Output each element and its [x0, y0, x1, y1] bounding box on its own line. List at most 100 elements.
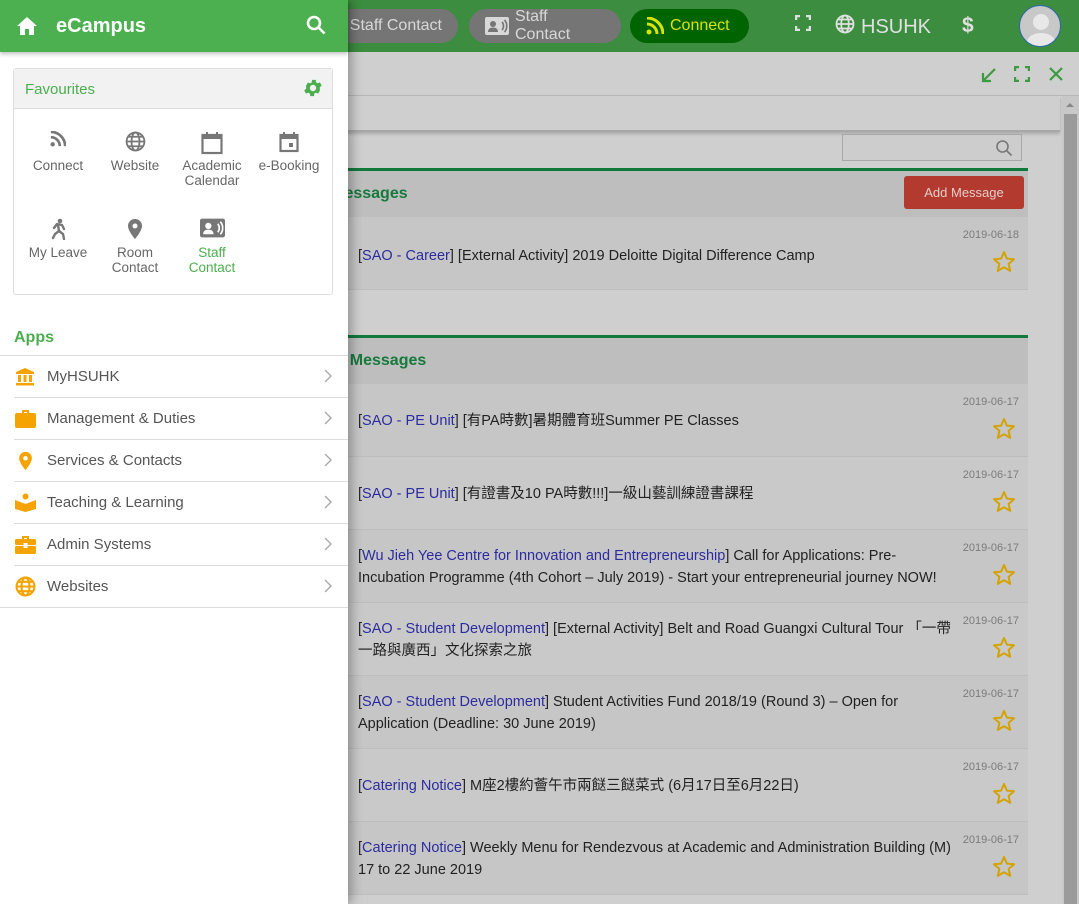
chevron-right-icon: [324, 453, 332, 472]
message-category-link[interactable]: Catering Notice: [362, 778, 462, 794]
maximize-window-button[interactable]: [1013, 65, 1031, 87]
app-item-websites[interactable]: Websites: [0, 566, 348, 608]
fav-item-website[interactable]: Website: [97, 131, 173, 173]
app-item-services-contacts[interactable]: Services & Contacts: [14, 440, 348, 482]
message-text[interactable]: [Catering Notice] Weekly Menu for Rendez…: [358, 822, 958, 881]
app-item-management-duties[interactable]: Management & Duties: [14, 398, 348, 440]
message-text[interactable]: [Wu Jieh Yee Centre for Innovation and E…: [358, 530, 958, 589]
home-button[interactable]: [16, 16, 38, 36]
panel-title: lessages: [340, 185, 408, 202]
org-switcher[interactable]: HSUHK: [835, 14, 931, 40]
message-item[interactable]: [SAO - PE Unit] [有PA時數]暑期體育班Summer PE Cl…: [340, 384, 1028, 457]
app-title: eCampus: [56, 14, 147, 37]
search-icon: [306, 15, 326, 35]
message-item[interactable]: [SAO - PE Unit] [有證書及10 PA時數!!!]一級山藝訓練證書…: [340, 457, 1028, 530]
apps-title: Apps: [14, 329, 54, 346]
message-item[interactable]: [Catering Notice] Weekly Menu for Rendez…: [340, 822, 1028, 895]
dollar-icon: $: [962, 14, 974, 37]
fav-item-connect[interactable]: Connect: [20, 131, 96, 173]
chip-connect[interactable]: Connect: [630, 9, 749, 43]
favourites-settings-button[interactable]: [302, 77, 324, 104]
fav-label: Room Contact: [111, 245, 159, 275]
org-label: HSUHK: [861, 15, 932, 38]
app-item-teaching-learning[interactable]: Teaching & Learning: [14, 482, 348, 524]
message-category-link[interactable]: Catering Notice: [362, 840, 462, 856]
reader-icon: [14, 493, 36, 512]
message-search-input[interactable]: [842, 134, 1022, 161]
fav-label: Academic Calendar: [182, 158, 242, 188]
payment-button[interactable]: $: [962, 14, 974, 38]
app-label: MyHSUHK: [47, 368, 120, 385]
message-category-link[interactable]: SAO - Student Development: [362, 621, 545, 637]
favourite-star-button[interactable]: [992, 709, 1016, 738]
favourite-star-button[interactable]: [992, 490, 1016, 519]
message-text[interactable]: [SAO - Career] [External Activity] 2019 …: [358, 217, 958, 267]
message-text[interactable]: [SAO - Student Development] [External Ac…: [358, 603, 958, 662]
fav-item-room-contact[interactable]: Room Contact: [97, 218, 173, 275]
favourite-star-button[interactable]: [992, 563, 1016, 592]
app-label: Teaching & Learning: [47, 494, 184, 511]
fav-item-e-booking[interactable]: e-Booking: [251, 131, 327, 173]
chevron-right-icon: [324, 579, 332, 598]
fullscreen-button[interactable]: [794, 14, 812, 37]
panel-header: t Messages: [340, 338, 1028, 384]
app-item-myhsuhk[interactable]: MyHSUHK: [14, 356, 348, 398]
favourite-star-button[interactable]: [992, 417, 1016, 446]
message-item[interactable]: [SAO - Career] [External Activity] 2019 …: [340, 217, 1028, 290]
message-title: [有證書及10 PA時數!!!]一級山藝訓練證書課程: [458, 486, 754, 502]
chevron-right-icon: [324, 537, 332, 556]
message-category-link[interactable]: Wu Jieh Yee Centre for Innovation and En…: [362, 548, 725, 564]
message-text[interactable]: [Catering Notice] M座2樓約薈午市兩餸三餸菜式 (6月17日至…: [358, 749, 958, 797]
scrollbar-thumb[interactable]: [1064, 114, 1077, 904]
add-message-button[interactable]: Add Message: [904, 176, 1024, 209]
message-category-link[interactable]: SAO - Career: [362, 248, 450, 264]
fav-label: Connect: [32, 158, 84, 173]
fav-label: Website: [110, 158, 160, 173]
favourite-star-button[interactable]: [992, 782, 1016, 811]
favourite-star-button[interactable]: [992, 250, 1016, 279]
calendar-icon: [174, 131, 250, 155]
search-icon[interactable]: [995, 139, 1013, 157]
expand-icon: [1013, 65, 1031, 83]
favourite-star-button[interactable]: [992, 855, 1016, 884]
fav-label: e-Booking: [258, 158, 320, 173]
fav-item-staff-contact[interactable]: Staff Contact: [174, 218, 250, 275]
chevron-right-icon: [324, 411, 332, 430]
star-icon: [993, 564, 1015, 585]
fav-item-my-leave[interactable]: My Leave: [20, 218, 96, 260]
message-item[interactable]: [Catering Notice] M座2樓約薈午市兩餸三餸菜式 (6月17日至…: [340, 749, 1028, 822]
chip-label: Connect: [670, 17, 730, 34]
close-window-button[interactable]: [1048, 66, 1064, 87]
apps-list: MyHSUHK Management & Duties Services & C…: [0, 355, 348, 608]
fav-item-academic-calendar[interactable]: Academic Calendar: [174, 131, 250, 188]
drawer-search-button[interactable]: [306, 15, 326, 40]
message-category-link[interactable]: SAO - Student Development: [362, 694, 545, 710]
star-icon: [993, 418, 1015, 439]
app-label: Management & Duties: [47, 410, 196, 427]
chip-staff-contact-2[interactable]: Staff Contact: [469, 8, 621, 43]
latest-messages-panel: t Messages [SAO - PE Unit] [有PA時數]暑期體育班S…: [340, 335, 1028, 895]
favourite-star-button[interactable]: [992, 636, 1016, 665]
message-item[interactable]: [SAO - Student Development] [External Ac…: [340, 603, 1028, 676]
scrollbar[interactable]: [1062, 96, 1079, 904]
scroll-up-arrow[interactable]: [1066, 103, 1074, 107]
message-item[interactable]: [Wu Jieh Yee Centre for Innovation and E…: [340, 530, 1028, 603]
fav-label: Staff Contact: [188, 245, 236, 275]
message-date: 2019-06-17: [962, 834, 1019, 846]
star-icon: [993, 783, 1015, 804]
message-item[interactable]: [SAO - Student Development] Student Acti…: [340, 676, 1028, 749]
message-text[interactable]: [SAO - PE Unit] [有PA時數]暑期體育班Summer PE Cl…: [358, 384, 958, 432]
minimize-window-button[interactable]: [980, 66, 998, 89]
star-icon: [993, 491, 1015, 512]
message-category-link[interactable]: SAO - PE Unit: [362, 413, 455, 429]
message-text[interactable]: [SAO - PE Unit] [有證書及10 PA時數!!!]一級山藝訓練證書…: [358, 457, 958, 505]
message-text[interactable]: [SAO - Student Development] Student Acti…: [358, 676, 958, 735]
globe-icon: [835, 14, 855, 40]
rss-icon: [20, 131, 96, 155]
message-category-link[interactable]: SAO - PE Unit: [362, 486, 455, 502]
chip-label: Staff Contact: [349, 17, 442, 34]
chip-label: Staff Contact: [515, 8, 571, 43]
app-item-admin-systems[interactable]: Admin Systems: [14, 524, 348, 566]
avatar[interactable]: [1019, 5, 1061, 47]
star-icon: [993, 710, 1015, 731]
